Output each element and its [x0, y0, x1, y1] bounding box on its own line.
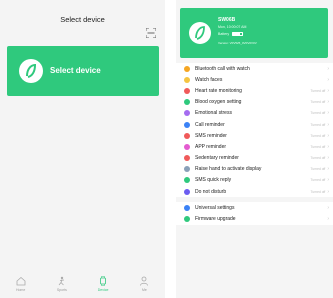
battery-label: Battery: [218, 32, 230, 36]
reply-icon: [184, 177, 190, 184]
chevron-right-icon: ›: [327, 110, 329, 117]
settings-row-label: Firmware upgrade: [195, 216, 236, 223]
settings-icon: [184, 204, 190, 211]
chevron-right-icon: ›: [327, 65, 329, 72]
hand-icon: [184, 166, 190, 173]
settings-row[interactable]: Raise hand to activate display Turned off…: [176, 164, 333, 175]
battery-row: Battery: [218, 32, 244, 36]
tab-label: Device: [97, 288, 109, 292]
sports-icon: [58, 276, 64, 286]
settings-row[interactable]: Blood oxygen setting Turned off ›: [176, 97, 333, 108]
tab-me[interactable]: Me: [129, 276, 159, 292]
chair-icon: [184, 155, 190, 162]
settings-row-value: Turned off: [310, 178, 326, 183]
settings-row-label: Emotional stress: [195, 110, 232, 117]
device-time: Mon, 10:00:07 AM: [218, 25, 247, 29]
select-device-card[interactable]: Select device: [7, 46, 159, 96]
settings-row-label: Call reminder: [195, 121, 225, 128]
settings-row-value: Turned off: [310, 189, 326, 194]
settings-row-label: Watch faces: [195, 76, 223, 83]
settings-row-value: Turned off: [310, 167, 326, 172]
chevron-right-icon: ›: [327, 177, 329, 184]
settings-row[interactable]: Heart rate monitoring Turned off ›: [176, 85, 333, 96]
watch-face-icon: [184, 76, 190, 83]
device-info-card[interactable]: SW06B Mon, 10:00:07 AM Battery Version: …: [180, 8, 328, 58]
chevron-right-icon: ›: [327, 166, 329, 173]
settings-row-value: Turned off: [310, 133, 326, 138]
emotion-icon: [184, 110, 190, 117]
tab-sports[interactable]: Sports: [47, 276, 77, 292]
settings-row[interactable]: APP reminder Turned off ›: [176, 141, 333, 152]
settings-row[interactable]: Bluetooth call with watch ›: [176, 63, 333, 74]
settings-row[interactable]: Sedentary reminder Turned off ›: [176, 153, 333, 164]
watch-icon: [100, 276, 107, 286]
phone-icon: [184, 65, 190, 72]
bottom-tab-bar: Home Sports Device Me: [0, 276, 165, 298]
settings-row-value: Turned off: [310, 122, 326, 127]
settings-row[interactable]: Call reminder Turned off ›: [176, 119, 333, 130]
chevron-right-icon: ›: [327, 216, 329, 223]
settings-row[interactable]: Watch faces ›: [176, 74, 333, 85]
chevron-right-icon: ›: [327, 99, 329, 106]
settings-row-value: Turned off: [310, 156, 326, 161]
settings-row[interactable]: Emotional stress Turned off ›: [176, 108, 333, 119]
settings-row-label: Raise hand to activate display: [195, 166, 262, 173]
call-icon: [184, 121, 190, 128]
chevron-right-icon: ›: [327, 155, 329, 162]
device-name: SW06B: [218, 17, 236, 23]
chevron-right-icon: ›: [327, 143, 329, 150]
tab-label: Home: [15, 288, 26, 292]
chevron-right-icon: ›: [327, 87, 329, 94]
settings-row[interactable]: SMS quick reply Turned off ›: [176, 175, 333, 186]
settings-row-value: Turned off: [310, 88, 326, 93]
settings-row-label: Bluetooth call with watch: [195, 65, 250, 72]
app-logo-icon: [19, 59, 43, 83]
chevron-right-icon: ›: [327, 132, 329, 139]
chevron-right-icon: ›: [327, 204, 329, 211]
drop-icon: [184, 99, 190, 106]
tab-device[interactable]: Device: [88, 276, 118, 292]
chevron-right-icon: ›: [327, 121, 329, 128]
page-title: Select device: [60, 15, 105, 24]
app-icon: [184, 143, 190, 150]
settings-row-label: Do not disturb: [195, 188, 227, 195]
settings-row-value: Turned off: [310, 144, 326, 149]
settings-row[interactable]: SMS reminder Turned off ›: [176, 130, 333, 141]
chevron-right-icon: ›: [327, 76, 329, 83]
heart-icon: [184, 87, 190, 94]
settings-row-value: Turned off: [310, 100, 326, 105]
settings-row-value: Turned off: [310, 111, 326, 116]
settings-row[interactable]: Firmware upgrade ›: [176, 213, 333, 224]
tab-label: Me: [141, 288, 147, 292]
device-settings-screen: SW06B Mon, 10:00:07 AM Battery Version: …: [176, 0, 333, 298]
home-icon: [16, 276, 26, 286]
person-icon: [140, 276, 149, 286]
device-version: Version: V0V525_0V0V0V0V: [218, 41, 257, 45]
settings-row-label: Heart rate monitoring: [195, 87, 242, 94]
settings-row-label: Blood oxygen setting: [195, 99, 242, 106]
settings-row-label: Universal settings: [195, 204, 235, 211]
settings-row-label: SMS reminder: [195, 132, 227, 139]
chevron-right-icon: ›: [327, 188, 329, 195]
settings-row-label: SMS quick reply: [195, 177, 232, 184]
battery-icon: [232, 32, 244, 36]
sms-icon: [184, 132, 190, 139]
select-device-screen: Select device Select device Home Sports …: [0, 0, 165, 298]
select-device-label: Select device: [50, 66, 101, 75]
battery-fill: [233, 33, 240, 35]
settings-list: Bluetooth call with watch › Watch faces › He…: [176, 63, 333, 225]
settings-row[interactable]: Universal settings ›: [176, 202, 333, 213]
settings-row[interactable]: Do not disturb Turned off ›: [176, 186, 333, 197]
app-logo-icon: [189, 22, 211, 44]
upgrade-icon: [184, 216, 190, 223]
tab-label: Sports: [56, 288, 67, 292]
moon-icon: [184, 188, 190, 195]
tab-home[interactable]: Home: [6, 276, 36, 292]
settings-row-label: APP reminder: [195, 143, 227, 150]
settings-row-label: Sedentary reminder: [195, 155, 239, 162]
scan-icon[interactable]: [146, 28, 156, 38]
